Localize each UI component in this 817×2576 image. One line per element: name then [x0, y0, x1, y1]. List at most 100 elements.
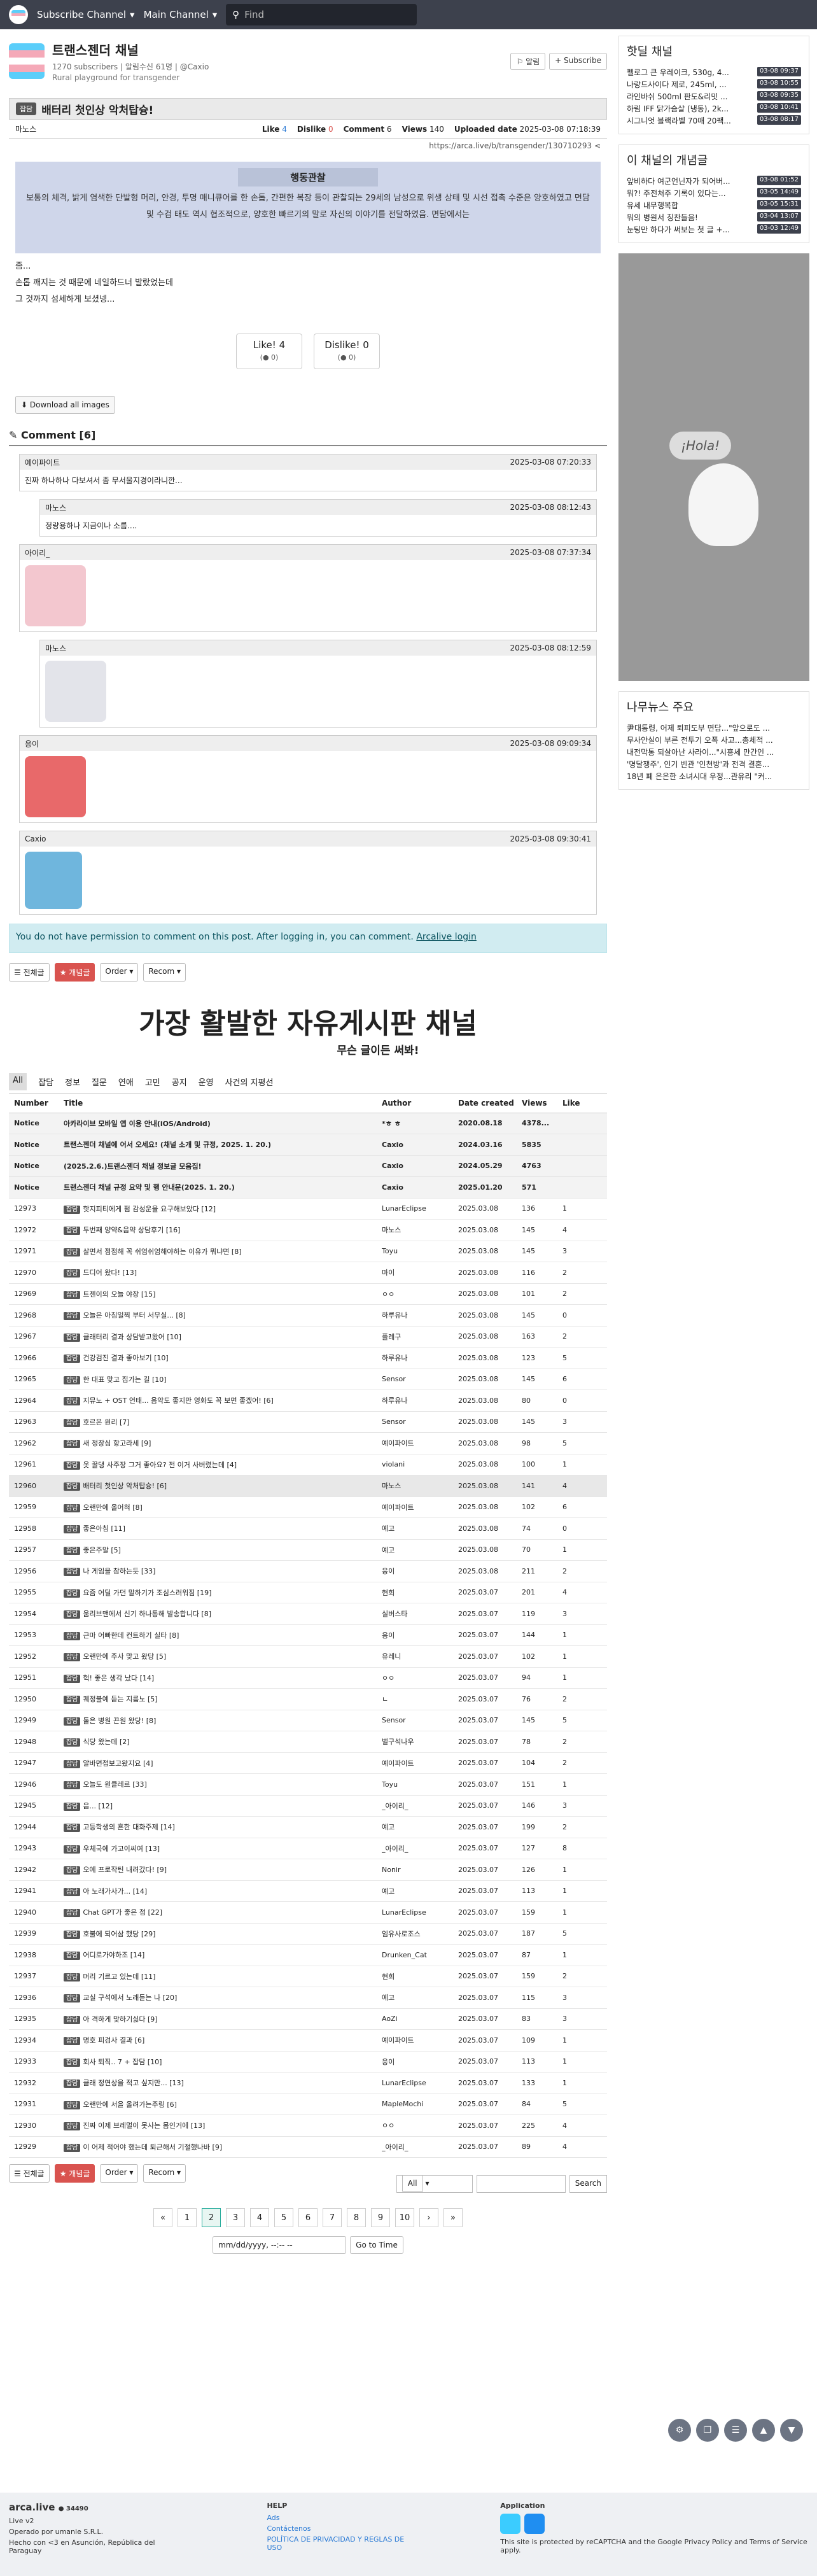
post-author[interactable]: 응이 [382, 2051, 458, 2073]
table-row[interactable]: 12939 잡담 호불에 되어삼 했당 [29] 임유사로조스 2025.03.07 18… [9, 1923, 607, 1945]
post-author[interactable]: ㅇㅇ [382, 2115, 458, 2137]
ad-banner[interactable]: ¡Hola! [618, 253, 809, 681]
table-row[interactable]: 12950 잡담 퀘정불예 듣는 지름노 [5] ㄴ 2025.03.07 76 2 [9, 1688, 607, 1710]
footer-brand[interactable]: arca.live [9, 2502, 55, 2513]
login-link[interactable]: Arcalive login [416, 932, 477, 942]
post-title-link[interactable]: 트젠이의 오늘 야장 [15] [83, 1290, 155, 1299]
search-input[interactable]: ⚲ Find [226, 4, 417, 25]
page-9[interactable]: 9 [371, 2208, 390, 2227]
notice-cell[interactable]: 트랜스젠더 채널 규정 요약 및 행 안내문(2025. 1. 20.) [64, 1176, 382, 1199]
search-scope-select[interactable]: All ▾ [396, 2175, 473, 2193]
post-author[interactable]: 하루유나 [382, 1304, 458, 1327]
post-author[interactable]: Sensor [382, 1369, 458, 1390]
post-title-cell[interactable]: 잡담 아 노래가사가... [14] [64, 1880, 382, 1902]
post-title-cell[interactable]: 잡담 옷 꿀댕 사주장 그거 좋아요? 전 이거 사버렸는데 [4] [64, 1454, 382, 1475]
post-title-cell[interactable]: 잡담 건강검진 결과 좋아보기 [10] [64, 1347, 382, 1369]
table-row[interactable]: 12951 잡담 헉! 좋은 생각 났다 [14] ㅇㅇ 2025.03.07 94 1 [9, 1667, 607, 1689]
post-title-cell[interactable]: 잡담 알바면접보고왔지요 [4] [64, 1752, 382, 1774]
share-icon[interactable]: ⋖ [594, 141, 601, 150]
post-title-cell[interactable]: 잡담 호르몬 원리 [7] [64, 1411, 382, 1433]
post-author[interactable]: 예고 [382, 1880, 458, 1902]
post-title-link[interactable]: 어디로가야하조 [14] [83, 1951, 144, 1959]
post-author[interactable]: 예고 [382, 1517, 458, 1540]
table-row[interactable]: 12957 잡담 좋은주말 [5] 예고 2025.03.08 70 1 [9, 1539, 607, 1561]
post-title-link[interactable]: 좋은아침 [11] [83, 1524, 125, 1533]
table-row[interactable]: 12972 잡담 두번째 양약&음약 상담후기 [16] 마노스 2025.03.08 1… [9, 1219, 607, 1241]
table-row[interactable]: 12958 잡담 좋은아침 [11] 예고 2025.03.08 74 0 [9, 1517, 607, 1540]
notice-cell[interactable]: 아카라이브 모바일 앱 이용 안내(iOS/Android) [64, 1113, 382, 1134]
app-store-icon[interactable] [524, 2514, 545, 2534]
post-author[interactable]: 현희 [382, 1966, 458, 1987]
post-title-cell[interactable]: 잡담 머리 기르고 있는데 [11] [64, 1966, 382, 1987]
news-item[interactable]: 무사안실이 부른 전투기 오폭 사고...총체적 ... [627, 735, 801, 747]
post-author[interactable]: violani [382, 1454, 458, 1475]
news-item[interactable]: 尹대통령, 어제 퇴피도부 면담..."앞으로도 ... [627, 722, 801, 735]
page-7[interactable]: 7 [323, 2208, 342, 2227]
table-row[interactable]: 12955 잡담 요즘 어딜 가던 말하기가 조심스러워짐 [19] 현희 2025.0… [9, 1582, 607, 1603]
table-row[interactable]: 12934 잡담 명호 피검사 결과 [6] 예이파이트 2025.03.07 109 1 [9, 2029, 607, 2052]
channel-title[interactable]: 트랜스젠더 채널 [52, 40, 209, 59]
post-title-cell[interactable]: 잡담 어디로가야하조 [14] [64, 1944, 382, 1966]
notice-row[interactable]: Notice 트랜스젠더 채널 규정 요약 및 행 안내문(2025. 1. 20… [9, 1176, 607, 1199]
page-4[interactable]: 4 [250, 2208, 269, 2227]
table-row[interactable]: 12959 잡담 오랜만에 올어혀 [8] 예이파이트 2025.03.08 102 6 [9, 1496, 607, 1518]
table-row[interactable]: 12954 잡담 움리브맨에서 신기 하나통해 발송합니다 [8] 실버스타 2025.… [9, 1603, 607, 1625]
post-author[interactable]: Toyu [382, 1773, 458, 1796]
post-title-cell[interactable]: 잡담 움리브맨에서 신기 하나통해 발송합니다 [8] [64, 1603, 382, 1625]
table-row[interactable]: 12937 잡담 머리 기르고 있는데 [11] 현희 2025.03.07 159 2 [9, 1966, 607, 1987]
post-author[interactable]: 플레구 [382, 1326, 458, 1348]
sidebar-item[interactable]: 뭐?! 주전처주 기록이 있다는... 03-05 14:49 [627, 188, 801, 200]
post-title-cell[interactable]: 잡담 오랜만에 주사 맞고 왔당 [5] [64, 1645, 382, 1668]
post-title-cell[interactable]: 잡담 식당 왔는데 [2] [64, 1731, 382, 1753]
date-input[interactable]: mm/dd/yyyy, --:-- -- [213, 2236, 347, 2254]
post-title-cell[interactable]: 잡담 이 어제 적어야 했는데 퇴근해서 기절했나바 [9] [64, 2136, 382, 2158]
post-title-cell[interactable]: 잡담 오랜만에 서을 올려가는주링 [6] [64, 2094, 382, 2115]
post-title-link[interactable]: 새 정장심 항고라세 [9] [83, 1439, 151, 1447]
post-author[interactable]: 예고 [382, 1816, 458, 1838]
post-title-link[interactable]: 배터리 첫인상 악처탑슝! [6] [83, 1482, 167, 1490]
table-row[interactable]: 12965 잡담 한 대표 맞고 집가는 길 [10] Sensor 2025.03.0… [9, 1369, 607, 1390]
post-image[interactable]: 행동관찰 보통의 체격, 밝게 염색한 단발형 머리, 안경, 투명 매니큐어를… [15, 162, 601, 253]
post-title-cell[interactable]: 잡담 진짜 이제 브레멀이 못사는 몸인거에 [13] [64, 2115, 382, 2137]
post-author[interactable]: _아이리_ [382, 2136, 458, 2158]
table-row[interactable]: 12964 잡담 지뮤노 + OST 언태... 음악도 좋지만 영화도 꼭 보면 … [9, 1390, 607, 1412]
post-title-cell[interactable]: 잡담 고등학생의 흔한 대화주제 [14] [64, 1816, 382, 1838]
post-title-link[interactable]: 아 격하게 맞하기싫다 [9] [83, 2015, 157, 2023]
site-logo[interactable] [9, 5, 28, 24]
table-row[interactable]: 12940 잡담 Chat GPT가 좋은 점 [22] LunarEclipse 20… [9, 1901, 607, 1924]
footer-ads-link[interactable]: Ads [267, 2514, 411, 2522]
post-title-link[interactable]: 머리 기르고 있는데 [11] [83, 1973, 155, 1981]
comment-author[interactable]: 예이파이트 [25, 457, 60, 468]
table-row[interactable]: 12949 잡담 둘은 병원 끈원 왔당! [8] Sensor 2025.03.07 1… [9, 1710, 607, 1731]
post-title-link[interactable]: 오랜만에 올어혀 [8] [83, 1503, 142, 1512]
post-title-link[interactable]: 클래 정연상을 적고 싶지만... [13] [83, 2079, 183, 2087]
sticker-image[interactable] [25, 565, 86, 626]
post-title-cell[interactable]: 잡담 오예 프로작틴 내려갔다! [9] [64, 1859, 382, 1881]
table-row[interactable]: 12943 잡담 우체국에 가고이씨여 [13] _아이리_ 2025.03.07 127… [9, 1838, 607, 1859]
post-title-link[interactable]: 나 게임을 참하는듯 [33] [83, 1567, 155, 1575]
post-title-link[interactable]: 두번째 양약&음약 상담후기 [16] [83, 1226, 180, 1234]
post-title-link[interactable]: 오늘은 아침일찍 부터 서무실... [8] [83, 1311, 186, 1320]
page-10[interactable]: 10 [395, 2208, 414, 2227]
all-posts-button[interactable]: ☰ 전체글 [9, 963, 50, 982]
tab-event-horizon[interactable]: 사건의 지평선 [225, 1076, 274, 1088]
post-author[interactable]: AoZi [382, 2008, 458, 2030]
post-title-link[interactable]: 오랜만에 서을 올려가는주링 [6] [83, 2101, 177, 2109]
post-author[interactable]: 예이파이트 [382, 2029, 458, 2052]
post-author[interactable]: 유레니 [382, 1645, 458, 1668]
hotdeal-title[interactable]: 핫딜 채널 [627, 43, 801, 59]
post-title-cell[interactable]: 잡담 명호 피검사 결과 [6] [64, 2029, 382, 2052]
tab-operation[interactable]: 운영 [199, 1076, 214, 1088]
post-title-cell[interactable]: 잡담 클래 정연상을 적고 싶지만... [13] [64, 2072, 382, 2094]
post-title-link[interactable]: 교실 구석에서 노래듣는 나 [20] [83, 1994, 177, 2002]
settings-icon[interactable]: ⚙ [668, 2419, 691, 2442]
best-posts-button[interactable]: ★ 개념글 [54, 963, 95, 982]
footer-policy-link[interactable]: POLÍTICA DE PRIVACIDAD Y REGLAS DE USO [267, 2535, 411, 2552]
post-title-cell[interactable]: 잡담 둘은 병원 끈원 왔당! [8] [64, 1710, 382, 1731]
post-author[interactable]: Sensor [382, 1411, 458, 1433]
post-title-link[interactable]: 명호 피검사 결과 [6] [83, 2036, 144, 2045]
post-title-cell[interactable]: 잡담 배터리 첫인상 악처탑슝! [6] [64, 1475, 382, 1497]
post-author[interactable]: 마노스 [382, 1219, 458, 1241]
post-author[interactable]: LunarEclipse [382, 2072, 458, 2094]
post-title-cell[interactable]: 잡담 살면서 점점해 꼭 쉬엄쉬엄해야하는 이유가 뭐냐면 [8] [64, 1241, 382, 1262]
